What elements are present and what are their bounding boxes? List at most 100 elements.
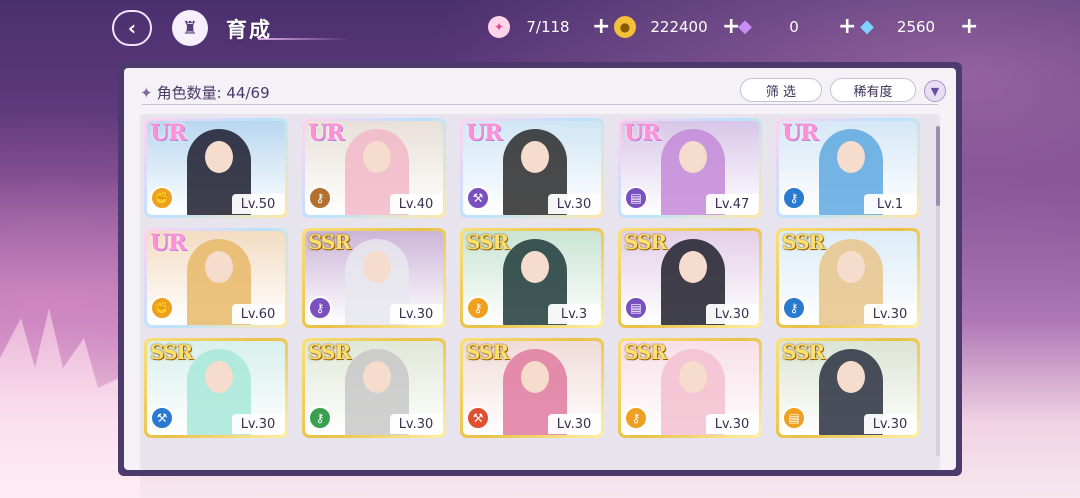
- coin-icon: ●: [614, 15, 636, 38]
- character-card[interactable]: SSR ⚷ Lv.30: [776, 228, 920, 328]
- character-card[interactable]: UR ✊ Lv.60: [144, 228, 288, 328]
- fist-role-icon: ✊: [150, 186, 174, 210]
- top-bar: ‹ ♜ 育成 ✦ 7/118 + ● 222400 + ◆ 0 + ◆ 2560…: [0, 0, 1080, 56]
- key-role-icon: ⚷: [624, 406, 648, 430]
- character-card[interactable]: SSR ⚒ Lv.30: [144, 338, 288, 438]
- hammer-role-icon: ⚒: [150, 406, 174, 430]
- hammer-role-icon: ⚒: [466, 406, 490, 430]
- rarity-badge: SSR: [466, 340, 509, 364]
- character-card[interactable]: UR ⚷ Lv.1: [776, 118, 920, 218]
- level-label: Lv.60: [232, 304, 284, 324]
- character-face: [837, 141, 865, 173]
- character-card[interactable]: SSR ⚷ Lv.30: [618, 338, 762, 438]
- castle-home-icon: ♜: [181, 17, 199, 39]
- blue-diamond-icon: ◆: [860, 16, 874, 37]
- level-label: Lv.30: [706, 414, 758, 434]
- rarity-badge: SSR: [782, 230, 825, 254]
- filter-button[interactable]: 筛 选: [740, 78, 822, 102]
- level-label: Lv.1: [864, 194, 916, 214]
- back-button[interactable]: ‹: [112, 10, 152, 46]
- character-card[interactable]: UR ⚷ Lv.40: [302, 118, 446, 218]
- level-label: Lv.30: [864, 414, 916, 434]
- character-card[interactable]: SSR ▤ Lv.30: [776, 338, 920, 438]
- level-label: Lv.30: [548, 414, 600, 434]
- character-face: [679, 141, 707, 173]
- key-role-icon: ⚷: [308, 296, 332, 320]
- character-face: [205, 141, 233, 173]
- resource-candy: ✦ 7/118 +: [488, 14, 610, 39]
- level-label: Lv.30: [390, 304, 442, 324]
- sparkle-icon: ✦: [140, 84, 153, 102]
- character-face: [363, 251, 391, 283]
- resource-blue-gem: ◆ 2560 +: [856, 14, 978, 39]
- key-role-icon: ⚷: [308, 186, 332, 210]
- title-decoration: [258, 38, 348, 40]
- character-face: [837, 361, 865, 393]
- scrollbar[interactable]: [936, 126, 940, 456]
- level-label: Lv.50: [232, 194, 284, 214]
- coin-value: 222400: [650, 17, 708, 36]
- character-card[interactable]: SSR ⚷ Lv.30: [302, 338, 446, 438]
- add-blue-gem-button[interactable]: +: [960, 14, 978, 39]
- rarity-badge: UR: [150, 120, 186, 146]
- character-grid: UR ✊ Lv.50 UR ⚷ Lv.40 UR ⚒ Lv.30 UR ▤ Lv.47 UR ⚷ Lv.1 U…: [140, 114, 940, 470]
- key-role-icon: ⚷: [466, 296, 490, 320]
- rarity-badge: SSR: [782, 340, 825, 364]
- character-face: [363, 141, 391, 173]
- level-label: Lv.47: [706, 194, 758, 214]
- character-card[interactable]: SSR ⚷ Lv.30: [302, 228, 446, 328]
- level-label: Lv.30: [706, 304, 758, 324]
- book-role-icon: ▤: [624, 186, 648, 210]
- sort-chevron-icon: ▼: [930, 84, 940, 98]
- character-card[interactable]: UR ✊ Lv.50: [144, 118, 288, 218]
- pink-gem-value: 0: [789, 17, 799, 36]
- rarity-sort-button[interactable]: 稀有度: [830, 78, 916, 102]
- character-face: [205, 251, 233, 283]
- rarity-badge: UR: [782, 120, 818, 146]
- resource-pink-gem: ◆ 0 +: [734, 14, 856, 39]
- level-label: Lv.30: [232, 414, 284, 434]
- rarity-badge: UR: [466, 120, 502, 146]
- divider: [142, 104, 938, 105]
- home-button[interactable]: ♜: [172, 10, 208, 46]
- character-count: ✦ 角色数量: 44/69: [140, 82, 270, 103]
- character-card[interactable]: SSR ⚷ Lv.3: [460, 228, 604, 328]
- pink-diamond-icon: ◆: [738, 16, 752, 37]
- character-face: [521, 251, 549, 283]
- fist-role-icon: ✊: [150, 296, 174, 320]
- character-card[interactable]: UR ⚒ Lv.30: [460, 118, 604, 218]
- resource-coin: ● 222400 +: [614, 14, 740, 39]
- candy-value: 7/118: [526, 17, 570, 36]
- back-arrow-icon: ‹: [127, 16, 137, 40]
- character-count-text: 角色数量: 44/69: [156, 84, 270, 102]
- sort-order-button[interactable]: ▼: [924, 80, 946, 102]
- rarity-badge: SSR: [624, 230, 667, 254]
- key-role-icon: ⚷: [782, 186, 806, 210]
- scroll-thumb[interactable]: [936, 126, 940, 206]
- character-card[interactable]: SSR ⚒ Lv.30: [460, 338, 604, 438]
- candy-icon: ✦: [488, 15, 510, 38]
- level-label: Lv.3: [548, 304, 600, 324]
- character-face: [837, 251, 865, 283]
- rarity-badge: UR: [624, 120, 660, 146]
- rarity-badge: UR: [150, 230, 186, 256]
- book-role-icon: ▤: [782, 406, 806, 430]
- key-role-icon: ⚷: [308, 406, 332, 430]
- level-label: Lv.30: [390, 414, 442, 434]
- rarity-badge: UR: [308, 120, 344, 146]
- level-label: Lv.30: [864, 304, 916, 324]
- add-pink-gem-button[interactable]: +: [838, 14, 856, 39]
- character-face: [679, 361, 707, 393]
- add-candy-button[interactable]: +: [592, 14, 610, 39]
- character-face: [679, 251, 707, 283]
- character-face: [521, 141, 549, 173]
- character-face: [521, 361, 549, 393]
- key-role-icon: ⚷: [782, 296, 806, 320]
- blue-gem-value: 2560: [896, 17, 936, 36]
- character-face: [363, 361, 391, 393]
- book-role-icon: ▤: [624, 296, 648, 320]
- character-card[interactable]: SSR ▤ Lv.30: [618, 228, 762, 328]
- level-label: Lv.40: [390, 194, 442, 214]
- character-card[interactable]: UR ▤ Lv.47: [618, 118, 762, 218]
- character-face: [205, 361, 233, 393]
